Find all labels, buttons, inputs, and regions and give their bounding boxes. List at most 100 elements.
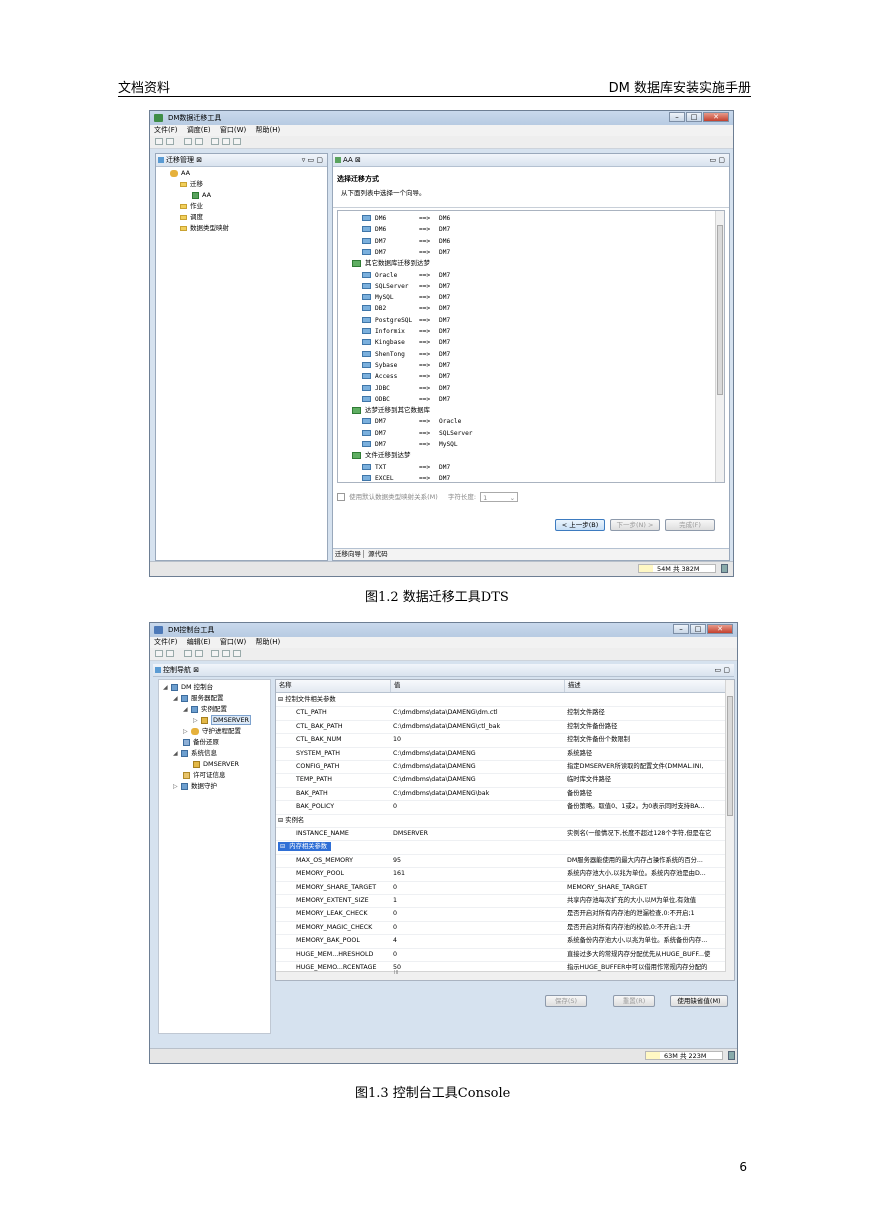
tab-control-nav[interactable]: 控制导航 ⊠ ▭ ▢	[153, 664, 734, 677]
param-value[interactable]: 95	[391, 854, 565, 867]
wizard-item-row[interactable]: JDBC ==> DM7	[362, 383, 450, 394]
param-value[interactable]: C:\dmdbms\data\DAMENG\ctl_bak	[391, 720, 565, 733]
wizard-item-row[interactable]: DM6 ==> DM6	[362, 213, 450, 224]
menu-schedule[interactable]: 调度(E)	[187, 126, 211, 134]
copy-icon[interactable]	[222, 138, 230, 145]
param-value[interactable]: DMSERVER	[391, 827, 565, 840]
menu-edit[interactable]: 编辑(E)	[187, 638, 211, 646]
minimize-button[interactable]: –	[669, 112, 685, 122]
col-value-header[interactable]: 值	[391, 680, 565, 692]
param-value[interactable]: 1	[391, 894, 565, 907]
param-value[interactable]: C:\dmdbms\data\DAMENG\bak	[391, 787, 565, 800]
menu-file[interactable]: 文件(F)	[154, 126, 178, 134]
wizard-item-row[interactable]: Informix ==> DM7	[362, 326, 450, 337]
panel-controls[interactable]: ▿ ▭ ▢	[302, 154, 323, 166]
wizard-item-row[interactable]: DM7 ==> DM7	[362, 247, 450, 258]
tree-server-config[interactable]: ◢ 服务器配置	[173, 693, 224, 703]
menu-help[interactable]: 帮助(H)	[255, 126, 280, 134]
grid-group-row[interactable]: ⊟ 控制文件相关参数	[276, 693, 726, 708]
export-icon[interactable]	[195, 650, 203, 657]
param-value[interactable]: 0	[391, 907, 565, 920]
param-value[interactable]: 0	[391, 948, 565, 961]
memory-indicator[interactable]: 63M 共 223M	[645, 1051, 723, 1060]
tree-type-map[interactable]: 数据类型映射	[180, 223, 229, 233]
wizard-list-scrollbar[interactable]	[715, 211, 724, 482]
param-value[interactable]: 0	[391, 921, 565, 934]
wizard-item-row[interactable]: EXCEL ==> DM7	[362, 473, 450, 482]
tree-migrate-aa[interactable]: AA	[192, 190, 211, 200]
panel-controls[interactable]: ▭ ▢	[715, 664, 730, 676]
minimize-button[interactable]: –	[673, 624, 689, 634]
wizard-item-row[interactable]: Kingbase ==> DM7	[362, 337, 450, 348]
tree-migrate[interactable]: 迁移	[180, 179, 203, 189]
prev-button[interactable]: < 上一步(B)	[555, 519, 605, 531]
grid-group-row[interactable]: ⊟ 实例名	[276, 814, 726, 828]
table-row[interactable]: HUGE_MEM...HRESHOLD 0 直接过多大的常规内存分配优先从HUGE_…	[276, 948, 726, 962]
table-row[interactable]: CTL_BAK_NUM 10 控制文件备份个数限制	[276, 733, 726, 748]
menu-help[interactable]: 帮助(H)	[255, 638, 280, 646]
tab-aa[interactable]: AA ⊠ ▭ ▢	[333, 154, 729, 167]
export-icon[interactable]	[195, 138, 203, 145]
wizard-group-row[interactable]: 文件迁移到达梦	[352, 450, 411, 461]
tree-dmserver[interactable]: ▷ DMSERVER	[193, 715, 252, 725]
wizard-item-row[interactable]: DM6 ==> DM7	[362, 224, 450, 235]
maximize-button[interactable]: □	[690, 624, 706, 634]
menu-window[interactable]: 窗口(W)	[220, 638, 246, 646]
import-icon[interactable]	[184, 138, 192, 145]
tree-schedule[interactable]: 调度	[180, 212, 203, 222]
scroll-thumb[interactable]	[727, 696, 733, 816]
param-value[interactable]: C:\dmdbms\data\DAMENG\dm.ctl	[391, 706, 565, 719]
tab-source[interactable]: 源代码	[366, 550, 390, 558]
wizard-item-row[interactable]: DM7 ==> MySQL	[362, 439, 458, 450]
table-row[interactable]: CONFIG_PATH C:\dmdbms\data\DAMENG 指定DMSERV…	[276, 760, 726, 775]
wizard-item-row[interactable]: DM7 ==> Oracle	[362, 416, 461, 427]
param-value[interactable]: C:\dmdbms\data\DAMENG	[391, 773, 565, 786]
save-icon[interactable]	[166, 650, 174, 657]
reset-button[interactable]: 重置(R)	[613, 995, 655, 1007]
param-value[interactable]: 161	[391, 867, 565, 880]
cut-icon[interactable]	[211, 138, 219, 145]
charlen-select[interactable]: 1 ⌄	[480, 492, 519, 502]
tree-license[interactable]: 许可证信息	[183, 770, 226, 780]
table-row[interactable]: MEMORY_SHARE_TARGET 0 MEMORY_SHARE_TARGET	[276, 881, 726, 895]
wizard-item-row[interactable]: Sybase ==> DM7	[362, 360, 450, 371]
wizard-group-row[interactable]: 其它数据库迁移到达梦	[352, 258, 430, 269]
wizard-item-row[interactable]: DM7 ==> SQLServer	[362, 428, 473, 439]
col-name-header[interactable]: 名称	[276, 680, 391, 692]
grid-hscroll[interactable]: III	[276, 970, 726, 980]
scroll-thumb[interactable]	[717, 225, 723, 395]
wizard-group-row[interactable]: 达梦迁移到其它数据库	[352, 405, 430, 416]
import-icon[interactable]	[184, 650, 192, 657]
wizard-list[interactable]: DM6 ==> DM6 DM6 ==> DM7 DM7 ==> DM6 DM7 ==> DM7 其它数据…	[337, 210, 725, 483]
table-row[interactable]: MAX_OS_MEMORY 95 DM服务器能使用的最大内存占操作系统的百分...	[276, 854, 726, 869]
tree-guard[interactable]: ▷ 数据守护	[173, 781, 217, 791]
trash-icon[interactable]	[728, 1051, 735, 1060]
trash-icon[interactable]	[721, 564, 728, 573]
wizard-item-row[interactable]: Access ==> DM7	[362, 371, 450, 382]
param-value[interactable]: C:\dmdbms\data\DAMENG	[391, 760, 565, 773]
close-button[interactable]: ✕	[703, 112, 729, 122]
tab-wizard[interactable]: 迁移向导	[333, 550, 364, 558]
table-row[interactable]: MEMORY_LEAK_CHECK 0 是否开启对所有内存池的泄漏检查,0:不开启;…	[276, 907, 726, 922]
wizard-item-row[interactable]: TXT ==> DM7	[362, 462, 450, 473]
table-row[interactable]: CTL_PATH C:\dmdbms\data\DAMENG\dm.ctl 控制文件…	[276, 706, 726, 721]
param-value[interactable]: C:\dmdbms\data\DAMENG	[391, 747, 565, 760]
tree-backup[interactable]: 备份还原	[183, 737, 219, 747]
wizard-item-row[interactable]: ODBC ==> DM7	[362, 394, 450, 405]
param-value[interactable]: 10	[391, 733, 565, 746]
save-icon[interactable]	[166, 138, 174, 145]
tree-dm-console[interactable]: ◢ DM 控制台	[163, 682, 213, 692]
next-button[interactable]: 下一步(N) >	[610, 519, 660, 531]
table-row[interactable]: MEMORY_MAGIC_CHECK 0 是否开启对所有内存池的校验,0:不开启;1…	[276, 921, 726, 936]
close-button[interactable]: ✕	[707, 624, 733, 634]
grid-vscroll[interactable]	[725, 680, 734, 980]
wizard-item-row[interactable]: SQLServer ==> DM7	[362, 281, 450, 292]
use-default-button[interactable]: 使用缺省值(M)	[670, 995, 728, 1007]
tree-dmserver2[interactable]: DMSERVER	[193, 759, 239, 769]
wizard-item-row[interactable]: Oracle ==> DM7	[362, 270, 450, 281]
tree-root-aa[interactable]: AA	[170, 168, 190, 178]
wizard-item-row[interactable]: PostgreSQL ==> DM7	[362, 315, 450, 326]
param-value[interactable]: 0	[391, 881, 565, 894]
table-row[interactable]: INSTANCE_NAME DMSERVER 实例名(一般情况下,长度不超过128个…	[276, 827, 726, 842]
maximize-button[interactable]: □	[686, 112, 702, 122]
